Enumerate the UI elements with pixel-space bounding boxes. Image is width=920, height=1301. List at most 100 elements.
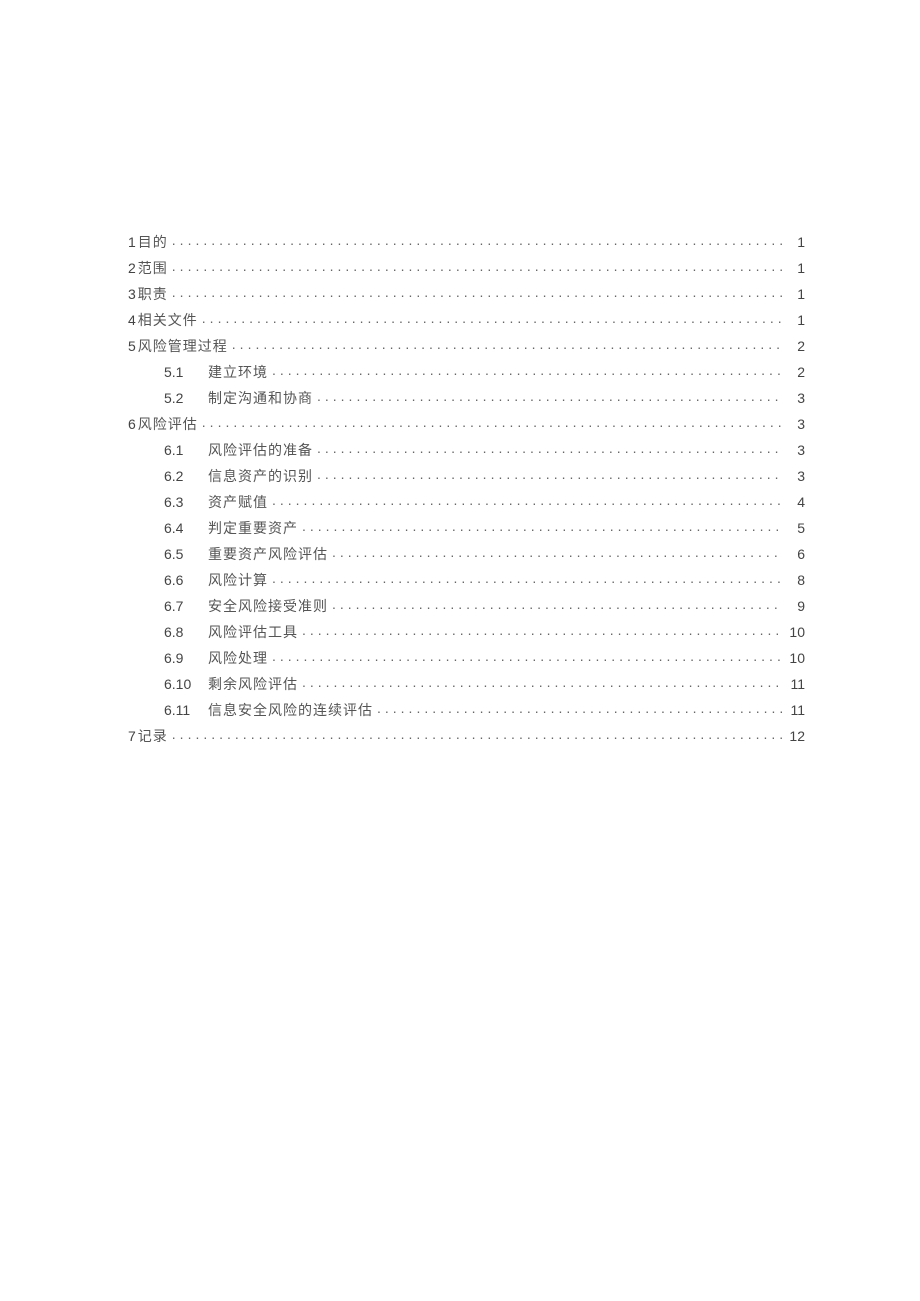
toc-entry[interactable]: 7记录 12	[128, 724, 805, 750]
toc-entry-page: 3	[783, 412, 805, 437]
toc-entry[interactable]: 6.9风险处理 10	[164, 646, 805, 672]
toc-entry[interactable]: 6.3资产赋值 4	[164, 490, 805, 516]
toc-leader-dots	[202, 311, 783, 325]
toc-entry-number: 7	[128, 724, 136, 749]
toc-entry-number: 5	[128, 334, 136, 359]
toc-leader-dots	[172, 259, 783, 273]
toc-entry-title: 范围	[136, 257, 172, 282]
toc-entry-title: 重要资产风险评估	[206, 543, 332, 568]
toc-entry-title: 信息资产的识别	[206, 465, 317, 490]
toc-entry-page: 4	[783, 490, 805, 515]
toc-leader-dots	[202, 415, 783, 429]
toc-entry-number: 4	[128, 308, 136, 333]
toc-entry-page: 10	[783, 620, 805, 645]
toc-entry-page: 2	[783, 360, 805, 385]
toc-entry-page: 1	[783, 282, 805, 307]
toc-entry[interactable]: 6.10剩余风险评估 11	[164, 672, 805, 698]
toc-entry-page: 11	[783, 672, 805, 697]
toc-entry-title: 信息安全风险的连续评估	[206, 699, 377, 724]
toc-entry[interactable]: 6.4判定重要资产 5	[164, 516, 805, 542]
toc-entry-number: 6.8	[164, 620, 206, 645]
toc-entry[interactable]: 6.8风险评估工具 10	[164, 620, 805, 646]
toc-entry-title: 制定沟通和协商	[206, 387, 317, 412]
toc-entry[interactable]: 1目的1	[128, 230, 805, 256]
toc-leader-dots	[317, 467, 783, 481]
toc-entry-page: 3	[783, 386, 805, 411]
toc-entry[interactable]: 4相关文件 1	[128, 308, 805, 334]
toc-entry-title: 风险评估	[136, 413, 202, 438]
toc-entry-title: 判定重要资产	[206, 517, 302, 542]
toc-entry-title: 相关文件	[136, 309, 202, 334]
toc-entry-title: 风险处理	[206, 647, 272, 672]
toc-entry-page: 2	[783, 334, 805, 359]
toc-entry-title: 风险评估的准备	[206, 439, 317, 464]
toc-leader-dots	[272, 363, 783, 377]
toc-entry-number: 6	[128, 412, 136, 437]
toc-entry-page: 3	[783, 464, 805, 489]
toc-leader-dots	[172, 285, 783, 299]
toc-entry-title: 风险计算	[206, 569, 272, 594]
toc-entry-page: 8	[783, 568, 805, 593]
toc-leader-dots	[317, 389, 783, 403]
toc-leader-dots	[302, 519, 783, 533]
toc-leader-dots	[272, 571, 783, 585]
toc-entry[interactable]: 2范围 1	[128, 256, 805, 282]
toc-entry-page: 6	[783, 542, 805, 567]
toc-entry-number: 6.11	[164, 698, 206, 723]
toc-entry-number: 6.4	[164, 516, 206, 541]
toc-entry[interactable]: 5风险管理过程 2	[128, 334, 805, 360]
toc-leader-dots	[272, 649, 783, 663]
toc-leader-dots	[172, 233, 783, 247]
toc-entry-number: 6.10	[164, 672, 206, 697]
toc-entry[interactable]: 6风险评估 3	[128, 412, 805, 438]
toc-leader-dots	[172, 727, 783, 741]
toc-entry-page: 9	[783, 594, 805, 619]
toc-entry-page: 12	[783, 724, 805, 749]
table-of-contents: 1目的12范围13职责14相关文件15风险管理过程25.1建立环境25.2制定沟…	[128, 230, 805, 750]
toc-entry-page: 3	[783, 438, 805, 463]
document-page: 1目的12范围13职责14相关文件15风险管理过程25.1建立环境25.2制定沟…	[0, 0, 920, 750]
toc-leader-dots	[377, 701, 783, 715]
toc-entry[interactable]: 6.11信息安全风险的连续评估 11	[164, 698, 805, 724]
toc-entry[interactable]: 5.1建立环境 2	[164, 360, 805, 386]
toc-entry[interactable]: 6.6风险计算 8	[164, 568, 805, 594]
toc-entry-number: 6.6	[164, 568, 206, 593]
toc-entry-number: 6.5	[164, 542, 206, 567]
toc-entry-page: 1	[783, 308, 805, 333]
toc-leader-dots	[317, 441, 783, 455]
toc-entry-number: 5.1	[164, 360, 206, 385]
toc-entry-number: 3	[128, 282, 136, 307]
toc-entry-title: 职责	[136, 283, 172, 308]
toc-entry[interactable]: 3职责 1	[128, 282, 805, 308]
toc-entry-page: 1	[783, 230, 805, 255]
toc-entry-title: 资产赋值	[206, 491, 272, 516]
toc-entry-page: 11	[783, 698, 805, 723]
toc-leader-dots	[332, 597, 783, 611]
toc-entry-number: 2	[128, 256, 136, 281]
toc-leader-dots	[272, 493, 783, 507]
toc-entry[interactable]: 6.7安全风险接受准则 9	[164, 594, 805, 620]
toc-entry-number: 6.3	[164, 490, 206, 515]
toc-entry-page: 1	[783, 256, 805, 281]
toc-leader-dots	[232, 337, 783, 351]
toc-entry-title: 目的	[136, 231, 172, 256]
toc-entry-number: 6.2	[164, 464, 206, 489]
toc-entry-title: 风险评估工具	[206, 621, 302, 646]
toc-entry-title: 剩余风险评估	[206, 673, 302, 698]
toc-entry-number: 6.9	[164, 646, 206, 671]
toc-entry[interactable]: 6.5重要资产风险评估 6	[164, 542, 805, 568]
toc-entry-title: 记录	[136, 725, 172, 750]
toc-entry-number: 1	[128, 230, 136, 255]
toc-entry-page: 10	[783, 646, 805, 671]
toc-entry-title: 风险管理过程	[136, 335, 232, 360]
toc-entry[interactable]: 5.2制定沟通和协商3	[164, 386, 805, 412]
toc-entry[interactable]: 6.1风险评估的准备 3	[164, 438, 805, 464]
toc-leader-dots	[332, 545, 783, 559]
toc-entry-title: 建立环境	[206, 361, 272, 386]
toc-entry-title: 安全风险接受准则	[206, 595, 332, 620]
toc-leader-dots	[302, 623, 783, 637]
toc-entry-page: 5	[783, 516, 805, 541]
toc-entry-number: 6.1	[164, 438, 206, 463]
toc-entry[interactable]: 6.2信息资产的识别 3	[164, 464, 805, 490]
toc-entry-number: 6.7	[164, 594, 206, 619]
